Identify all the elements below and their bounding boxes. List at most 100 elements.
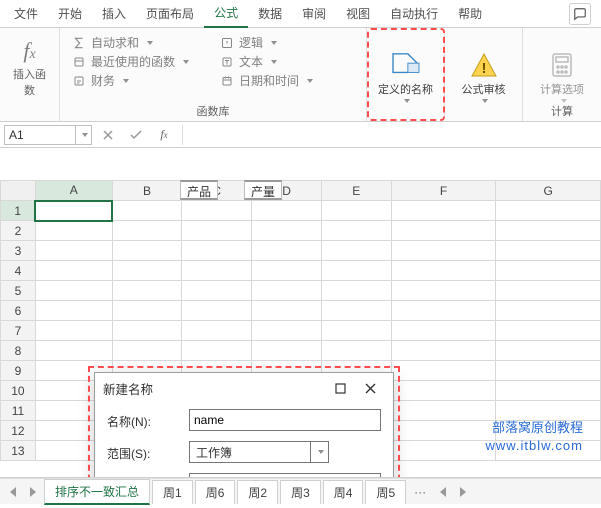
cell[interactable] <box>112 201 182 221</box>
col-header[interactable]: F <box>391 181 496 201</box>
cell[interactable] <box>252 201 322 221</box>
row-header[interactable]: 7 <box>1 321 36 341</box>
cell[interactable] <box>35 261 112 281</box>
cancel-edit-button[interactable] <box>96 124 120 146</box>
cell[interactable] <box>496 301 601 321</box>
cell[interactable] <box>182 341 252 361</box>
cell[interactable] <box>35 241 112 261</box>
cell[interactable] <box>112 301 182 321</box>
row-header[interactable]: 12 <box>1 421 36 441</box>
tab-help[interactable]: 帮助 <box>448 0 492 27</box>
cell[interactable] <box>112 281 182 301</box>
cell[interactable] <box>35 301 112 321</box>
col-header[interactable]: G <box>496 181 601 201</box>
group-defined-names[interactable]: 定义的名称 <box>367 28 445 121</box>
cell[interactable] <box>182 301 252 321</box>
row-header[interactable]: 3 <box>1 241 36 261</box>
cell[interactable] <box>35 221 112 241</box>
cell[interactable] <box>252 341 322 361</box>
cell[interactable] <box>112 341 182 361</box>
cell[interactable] <box>391 441 496 461</box>
fx-icon[interactable]: fx <box>8 38 51 64</box>
autosum-button[interactable]: 自动求和 <box>72 34 206 51</box>
row-header[interactable]: 10 <box>1 381 36 401</box>
scope-dropdown-button[interactable] <box>310 442 328 462</box>
cell[interactable] <box>391 201 496 221</box>
financial-button[interactable]: 财务 <box>72 72 206 89</box>
tab-view[interactable]: 视图 <box>336 0 380 27</box>
cell[interactable] <box>391 341 496 361</box>
cell[interactable] <box>252 281 322 301</box>
cell[interactable] <box>35 341 112 361</box>
fx-insert-button[interactable]: fx <box>152 124 176 146</box>
tab-formulas[interactable]: 公式 <box>204 0 248 28</box>
cell[interactable] <box>496 201 601 221</box>
dialog-close-button[interactable] <box>355 375 385 401</box>
cell[interactable] <box>391 221 496 241</box>
cell[interactable] <box>252 301 322 321</box>
cell[interactable] <box>321 301 391 321</box>
cell[interactable] <box>496 321 601 341</box>
sheet-tab[interactable]: 周5 <box>365 480 406 504</box>
cell[interactable] <box>496 341 601 361</box>
cell[interactable] <box>182 261 252 281</box>
row-header[interactable]: 6 <box>1 301 36 321</box>
cell[interactable] <box>391 241 496 261</box>
cell[interactable] <box>391 381 496 401</box>
tab-automate[interactable]: 自动执行 <box>380 0 448 27</box>
row-header[interactable]: 9 <box>1 361 36 381</box>
sheet-tab[interactable]: 周4 <box>323 480 364 504</box>
cell[interactable] <box>182 201 252 221</box>
cell[interactable] <box>321 221 391 241</box>
row-header[interactable]: 1 <box>1 201 36 221</box>
cell[interactable] <box>112 241 182 261</box>
row-header[interactable]: 13 <box>1 441 36 461</box>
cell[interactable] <box>391 401 496 421</box>
cell[interactable] <box>391 321 496 341</box>
sheet-tab[interactable]: 周3 <box>280 480 321 504</box>
tab-home[interactable]: 开始 <box>48 0 92 27</box>
col-header[interactable]: B <box>112 181 182 201</box>
cell[interactable] <box>496 221 601 241</box>
sheet-tab-active[interactable]: 排序不一致汇总 <box>44 479 150 505</box>
cell[interactable] <box>252 221 322 241</box>
cell[interactable] <box>112 321 182 341</box>
cell[interactable] <box>35 321 112 341</box>
sheet-tab[interactable]: 周1 <box>152 480 193 504</box>
row-header[interactable]: 4 <box>1 261 36 281</box>
tab-layout[interactable]: 页面布局 <box>136 0 204 27</box>
sheet-tabs-more[interactable]: ··· <box>408 482 432 502</box>
cell[interactable] <box>252 261 322 281</box>
cell[interactable] <box>391 301 496 321</box>
cell[interactable] <box>321 281 391 301</box>
cell[interactable] <box>496 281 601 301</box>
group-formula-audit[interactable]: ! 公式审核 <box>445 28 523 121</box>
sheet-scroll-left[interactable] <box>434 482 452 502</box>
name-input[interactable] <box>189 409 381 431</box>
cell[interactable] <box>321 241 391 261</box>
cell[interactable] <box>321 341 391 361</box>
dialog-titlebar[interactable]: 新建名称 <box>95 373 393 403</box>
datetime-button[interactable]: 日期和时间 <box>220 72 354 89</box>
row-header[interactable]: 5 <box>1 281 36 301</box>
name-box-dropdown[interactable] <box>76 125 92 145</box>
cell[interactable] <box>182 281 252 301</box>
sheet-tab[interactable]: 周2 <box>237 480 278 504</box>
name-box[interactable]: A1 <box>4 125 76 145</box>
cell[interactable] <box>252 321 322 341</box>
cell[interactable] <box>391 361 496 381</box>
recent-button[interactable]: 最近使用的函数 <box>72 53 206 70</box>
row-header[interactable]: 11 <box>1 401 36 421</box>
cell[interactable] <box>391 421 496 441</box>
cell[interactable] <box>496 381 601 401</box>
cell[interactable] <box>391 261 496 281</box>
cell[interactable] <box>321 321 391 341</box>
row-header[interactable]: 8 <box>1 341 36 361</box>
sheet-nav-next[interactable] <box>24 482 42 502</box>
cell[interactable] <box>321 261 391 281</box>
comments-button[interactable] <box>569 3 591 25</box>
col-header[interactable]: E <box>321 181 391 201</box>
cell[interactable] <box>35 201 112 221</box>
sheet-scroll-right[interactable] <box>454 482 472 502</box>
confirm-edit-button[interactable] <box>124 124 148 146</box>
